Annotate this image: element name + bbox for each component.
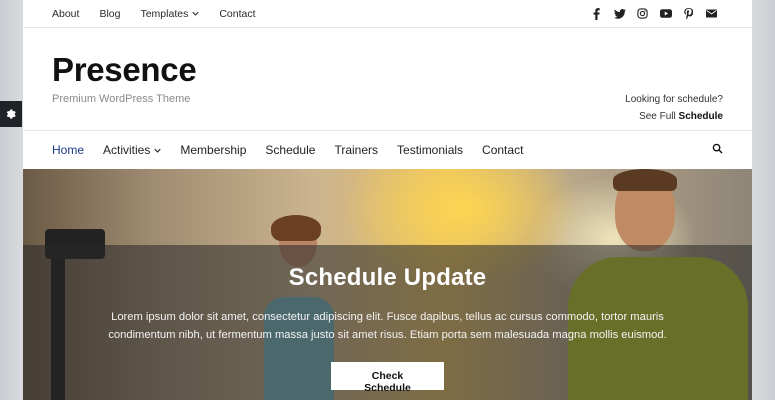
hero-description: Lorem ipsum dolor sit amet, consectetur … xyxy=(108,311,667,341)
site-header: Presence Premium WordPress Theme Looking… xyxy=(23,28,752,130)
schedule-note-text: Looking for schedule? xyxy=(625,94,723,105)
hero-banner: Schedule Update Lorem ipsum dolor sit am… xyxy=(23,169,752,400)
main-menu: Home Activities Membership Schedule Trai… xyxy=(52,143,542,157)
top-menu-about[interactable]: About xyxy=(52,8,79,20)
schedule-note-line: See Full Schedule xyxy=(625,108,723,125)
search-icon xyxy=(712,143,723,154)
nav-item-schedule[interactable]: Schedule xyxy=(265,143,315,157)
nav-item-testimonials[interactable]: Testimonials xyxy=(397,143,463,157)
social-links xyxy=(585,7,723,20)
nav-item-home[interactable]: Home xyxy=(52,143,84,157)
nav-item-activities[interactable]: Activities xyxy=(103,143,162,157)
chevron-down-icon xyxy=(192,11,200,16)
nav-item-membership[interactable]: Membership xyxy=(180,143,246,157)
branding: Presence Premium WordPress Theme xyxy=(52,28,197,106)
hero-title: Schedule Update xyxy=(288,264,487,291)
instagram-icon[interactable] xyxy=(631,8,654,20)
header-schedule-note: Looking for schedule? See Full Schedule xyxy=(625,28,723,125)
facebook-icon[interactable] xyxy=(585,7,608,20)
site-tagline: Premium WordPress Theme xyxy=(52,93,191,105)
gear-icon xyxy=(6,109,16,119)
search-button[interactable] xyxy=(712,141,723,159)
top-menu-blog[interactable]: Blog xyxy=(99,8,120,20)
hero-content: Schedule Update Lorem ipsum dolor sit am… xyxy=(23,264,752,396)
schedule-note-prefix: See Full xyxy=(639,111,676,122)
pinterest-icon[interactable] xyxy=(677,7,700,20)
top-bar: About Blog Templates Contact xyxy=(23,0,752,28)
settings-toggle[interactable] xyxy=(0,101,22,127)
nav-item-trainers[interactable]: Trainers xyxy=(334,143,378,157)
check-schedule-button[interactable]: Check Schedule xyxy=(331,362,444,394)
email-icon[interactable] xyxy=(700,8,723,20)
top-menu-contact[interactable]: Contact xyxy=(219,8,255,20)
chevron-down-icon xyxy=(154,148,162,153)
schedule-link[interactable]: Schedule xyxy=(679,111,723,122)
main-navigation: Home Activities Membership Schedule Trai… xyxy=(23,130,752,169)
top-menu-templates[interactable]: Templates xyxy=(140,8,200,20)
youtube-icon[interactable] xyxy=(654,8,677,20)
page-frame: About Blog Templates Contact Presence Pr… xyxy=(23,0,752,400)
top-menu: About Blog Templates Contact xyxy=(52,8,276,20)
twitter-icon[interactable] xyxy=(608,8,631,20)
site-title[interactable]: Presence xyxy=(52,52,197,88)
nav-item-contact[interactable]: Contact xyxy=(482,143,523,157)
